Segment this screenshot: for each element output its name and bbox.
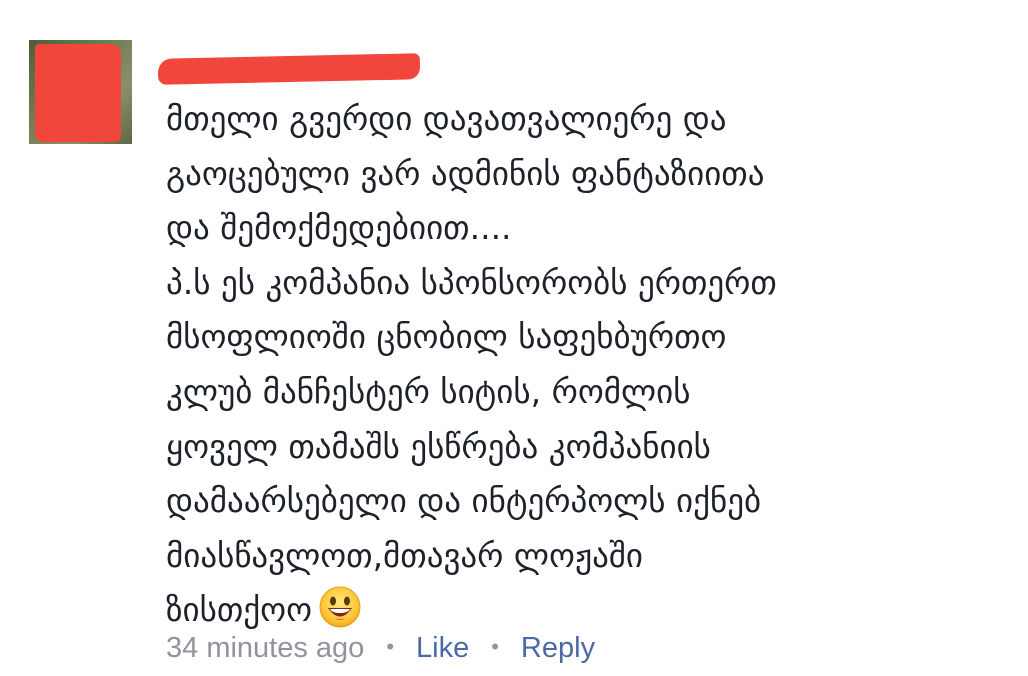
comment-meta: 34 minutes ago • Like • Reply: [166, 627, 595, 671]
meta-separator: •: [491, 634, 499, 659]
comment-line: გაოცებული ვარ ადმინის ფანტაზიითა: [166, 153, 765, 193]
comment-line: ყოველ თამაშს ესწრება კომპანიის: [166, 426, 711, 466]
comment-line: მიასწავლოთ,მთავარ ლოჟაში: [166, 535, 643, 575]
reply-button[interactable]: Reply: [521, 632, 595, 664]
comment-body: მთელი გვერდი დავათვალიერე და გაოცებული ვ…: [166, 92, 1022, 638]
comment-line-text: ზისთქოო: [166, 590, 313, 630]
author-name-block[interactable]: ...a ...e: [157, 50, 440, 90]
comment-line: და შემოქმედებიით....: [166, 208, 512, 248]
comment-line: მთელი გვერდი დავათვალიერე და: [166, 99, 727, 138]
comment-line: კლუბ მანჩესტერ სიტის, რომლის: [166, 371, 691, 411]
grinning-face-emoji-icon: [318, 585, 362, 629]
comment-timestamp[interactable]: 34 minutes ago: [166, 632, 364, 664]
like-button[interactable]: Like: [416, 632, 469, 664]
author-name-redaction: [157, 53, 421, 85]
comment-line: დამაარსებელი და ინტერპოლს იქნებ: [166, 481, 762, 521]
avatar-redaction: [35, 44, 121, 142]
avatar[interactable]: [29, 40, 132, 144]
comment-line: პ.ს ეს კომპანია სპონსორობს ერთერთ: [166, 262, 777, 302]
meta-separator: •: [386, 634, 395, 659]
comment-line: მსოფლიოში ცნობილ საფეხბურთო: [166, 317, 727, 357]
